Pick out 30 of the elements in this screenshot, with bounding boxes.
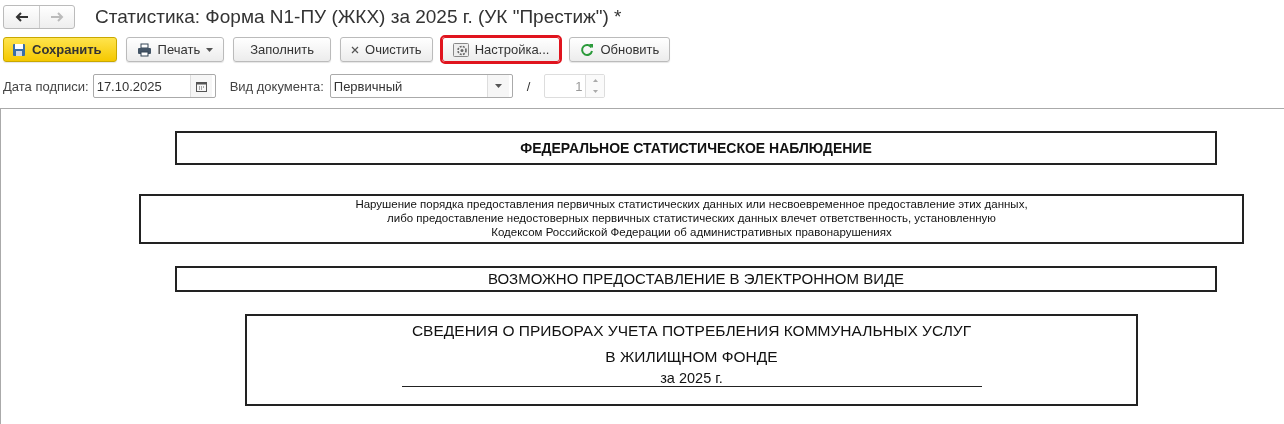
form-title-line: СВЕДЕНИЯ О ПРИБОРАХ УЧЕТА ПОТРЕБЛЕНИЯ КОММУНАЛЬНЫХ УСЛУГ [411,321,972,341]
caret-icon[interactable] [486,75,509,97]
print-button[interactable]: Печать [125,37,225,62]
document-type-label: Вид документа: [229,78,324,94]
printer-icon [136,42,152,57]
date-label: Дата подписи: [3,78,89,94]
form-title-line: В ЖИЛИЩНОМ ФОНДЕ [605,347,778,367]
separator-label: / [526,78,531,94]
fill-button[interactable]: Заполнить [233,37,332,62]
left-arrow-icon [13,10,30,24]
caret-icon [206,47,214,52]
electronic-submission-banner: ВОЗМОЖНО ПРЕДОСТАВЛЕНИЕ В ЭЛЕКТРОННОМ ВИДЕ [175,266,1217,292]
form-heading: ФЕДЕРАЛЬНОЕ СТАТИСТИЧЕСКОЕ НАБЛЮДЕНИЕ [175,131,1217,165]
right-arrow-icon [49,10,65,24]
settings-button[interactable]: Настройка... [441,37,561,62]
calendar-icon[interactable] [189,75,212,97]
gear-icon [452,42,469,57]
document-type-dropdown[interactable]: Первичный [330,78,487,94]
date-field[interactable]: 17.10.2025 [93,78,190,94]
floppy-icon [12,42,26,57]
refresh-icon [580,42,595,57]
refresh-button[interactable]: Обновить [569,37,671,62]
document-type-dropdown[interactable]: Первичный [329,74,513,98]
window-title: Статистика: Форма N1-ПУ (ЖКХ) за 2025 г. (УК "Престиж") * [95,6,622,28]
clear-button[interactable]: Очистить [340,37,433,62]
period-line: за 2025 г. [401,370,982,387]
date-field[interactable]: 17.10.2025 [92,74,216,98]
legal-notice: Нарушение порядка предоставления первичных статистических данных или несвоевременное предоставление этих данных, либо предоставление недостоверных первичных статистических данных влечет ответственность, установленную Кодексом Российской Федерации об административных правонарушениях [139,194,1244,244]
save-button[interactable]: Сохранить [3,37,117,62]
close-icon [351,45,360,54]
